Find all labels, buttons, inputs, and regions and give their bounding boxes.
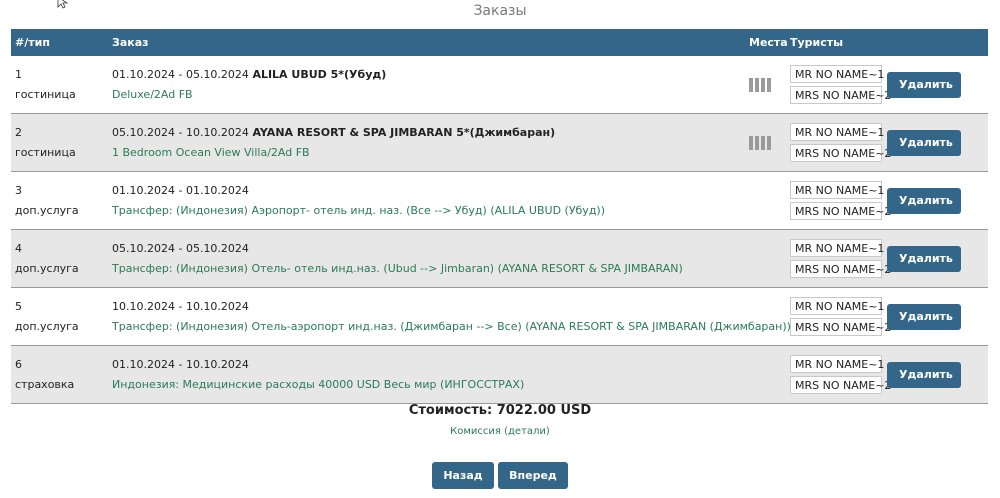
places-cell [745, 229, 786, 288]
order-number: 6 [15, 357, 22, 371]
table-row: 3 доп.услуга 01.10.2024 - 01.10.2024 Трансф… [11, 171, 988, 230]
order-number: 2 [15, 125, 22, 139]
tourist-name: MR NO NAME~1 [790, 239, 884, 257]
table-row: 2 гостиница 05.10.2024 - 10.10.2024 AYANA … [11, 113, 988, 172]
places-cell [745, 113, 786, 172]
tourist-name: MRS NO NAME~2 [790, 144, 891, 162]
delete-button[interactable]: Удалить [887, 361, 961, 388]
tourist-name: MR NO NAME~1 [790, 297, 884, 315]
table-row: 1 гостиница 01.10.2024 - 05.10.2024 ALILA … [11, 56, 988, 114]
delete-button[interactable]: Удалить [887, 303, 961, 330]
num-type-cell: 1 гостиница [11, 56, 108, 114]
header-order: Заказ [108, 29, 745, 56]
next-button[interactable]: Вперед [498, 462, 568, 489]
tourist-name: MRS NO NAME~2 [790, 202, 891, 220]
order-name: ALILA UBUD 5*(Убуд) [252, 67, 387, 81]
orders-table: #/тип Заказ Места Туристы 1 гостиница 01.1… [11, 29, 988, 404]
num-type-cell: 4 доп.услуга [11, 229, 108, 288]
order-description: Трансфер: (Индонезия) Аэропорт- отель ин… [112, 203, 606, 217]
order-cell: 01.10.2024 - 05.10.2024 ALILA UBUD 5*(Уб… [108, 56, 745, 114]
delete-button[interactable]: Удалить [887, 187, 961, 214]
table-row: 6 страховка 01.10.2024 - 10.10.2024 Индонез… [11, 345, 988, 404]
tourists-cell: MR NO NAME~1 MRS NO NAME~2 Удалить [786, 56, 988, 114]
order-type: страховка [15, 377, 75, 391]
order-number: 3 [15, 183, 22, 197]
order-dates: 05.10.2024 - 10.10.2024 [112, 125, 249, 139]
order-type: доп.услуга [15, 319, 79, 333]
back-button[interactable]: Назад [432, 462, 494, 489]
delete-button[interactable]: Удалить [887, 71, 961, 98]
order-description: Deluxe/2Ad FB [112, 87, 193, 101]
tourists-cell: MR NO NAME~1 MRS NO NAME~2 Удалить [786, 345, 988, 404]
tourists-cell: MR NO NAME~1 MRS NO NAME~2 Удалить [786, 229, 988, 288]
num-type-cell: 2 гостиница [11, 113, 108, 172]
tourist-name: MR NO NAME~1 [790, 123, 884, 141]
order-type: гостиница [15, 87, 76, 101]
order-dates: 05.10.2024 - 05.10.2024 [112, 241, 249, 255]
table-header-row: #/тип Заказ Места Туристы [11, 29, 988, 56]
num-type-cell: 5 доп.услуга [11, 287, 108, 346]
order-cell: 10.10.2024 - 10.10.2024 Трансфер: (Индоне… [108, 287, 791, 346]
delete-button[interactable]: Удалить [887, 129, 961, 156]
order-number: 4 [15, 241, 22, 255]
tourist-name: MRS NO NAME~2 [790, 376, 891, 394]
order-cell: 01.10.2024 - 01.10.2024 Трансфер: (Индоне… [108, 171, 745, 230]
page-title: Заказы [473, 3, 527, 19]
num-type-cell: 3 доп.услуга [11, 171, 108, 230]
table-row: 5 доп.услуга 10.10.2024 - 10.10.2024 Трансф… [11, 287, 988, 346]
tourist-name: MR NO NAME~1 [790, 65, 884, 83]
places-cell [745, 56, 786, 114]
places-icon [749, 77, 773, 92]
navigation-buttons: Назад Вперед [0, 462, 1000, 489]
order-name: AYANA RESORT & SPA JIMBARAN 5*(Джимбаран… [252, 125, 556, 139]
header-places: Места [745, 29, 788, 56]
commission-link[interactable]: Комиссия (детали) [0, 426, 1000, 437]
total-cost: Стоимость: 7022.00 USD [408, 403, 592, 418]
order-dates: 01.10.2024 - 05.10.2024 [112, 67, 249, 81]
order-dates: 01.10.2024 - 10.10.2024 [112, 357, 249, 371]
order-description: Индонезия: Медицинские расходы 40000 USD… [112, 377, 525, 391]
tourist-name: MRS NO NAME~2 [790, 318, 891, 336]
places-cell [745, 345, 786, 404]
tourists-cell: MR NO NAME~1 MRS NO NAME~2 Удалить [786, 113, 988, 172]
places-cell [745, 171, 786, 230]
tourist-name: MR NO NAME~1 [790, 355, 884, 373]
order-type: гостиница [15, 145, 76, 159]
order-cell: 01.10.2024 - 10.10.2024 Индонезия: Медици… [108, 345, 745, 404]
order-number: 5 [15, 299, 22, 313]
order-type: доп.услуга [15, 203, 79, 217]
order-description: Трансфер: (Индонезия) Отель- отель инд.н… [112, 261, 683, 275]
header-num-type: #/тип [11, 29, 108, 56]
places-icon [749, 135, 773, 150]
order-dates: 01.10.2024 - 01.10.2024 [112, 183, 249, 197]
header-tourists: Туристы [786, 29, 988, 56]
num-type-cell: 6 страховка [11, 345, 108, 404]
order-description: 1 Bedroom Ocean View Villa/2Ad FB [112, 145, 310, 159]
order-cell: 05.10.2024 - 10.10.2024 AYANA RESORT & S… [108, 113, 745, 172]
order-dates: 10.10.2024 - 10.10.2024 [112, 299, 249, 313]
order-number: 1 [15, 67, 22, 81]
tourist-name: MRS NO NAME~2 [790, 260, 891, 278]
order-type: доп.услуга [15, 261, 79, 275]
order-description: Трансфер: (Индонезия) Отель-аэропорт инд… [112, 319, 791, 333]
table-row: 4 доп.услуга 05.10.2024 - 05.10.2024 Трансф… [11, 229, 988, 288]
tourists-cell: MR NO NAME~1 MRS NO NAME~2 Удалить [786, 287, 988, 346]
tourist-name: MRS NO NAME~2 [790, 86, 891, 104]
order-cell: 05.10.2024 - 05.10.2024 Трансфер: (Индоне… [108, 229, 745, 288]
places-cell [745, 287, 786, 346]
tourist-name: MR NO NAME~1 [790, 181, 884, 199]
tourists-cell: MR NO NAME~1 MRS NO NAME~2 Удалить [786, 171, 988, 230]
delete-button[interactable]: Удалить [887, 245, 961, 272]
